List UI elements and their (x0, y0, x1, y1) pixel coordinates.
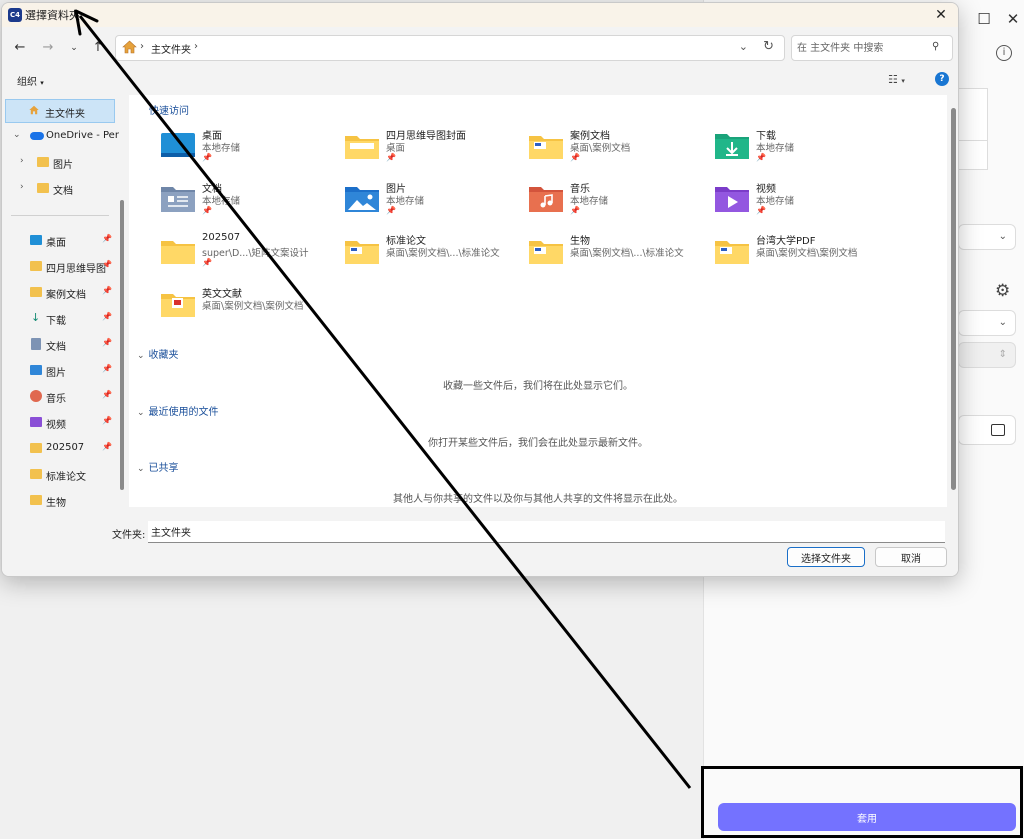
annotation-arrow (74, 9, 692, 789)
